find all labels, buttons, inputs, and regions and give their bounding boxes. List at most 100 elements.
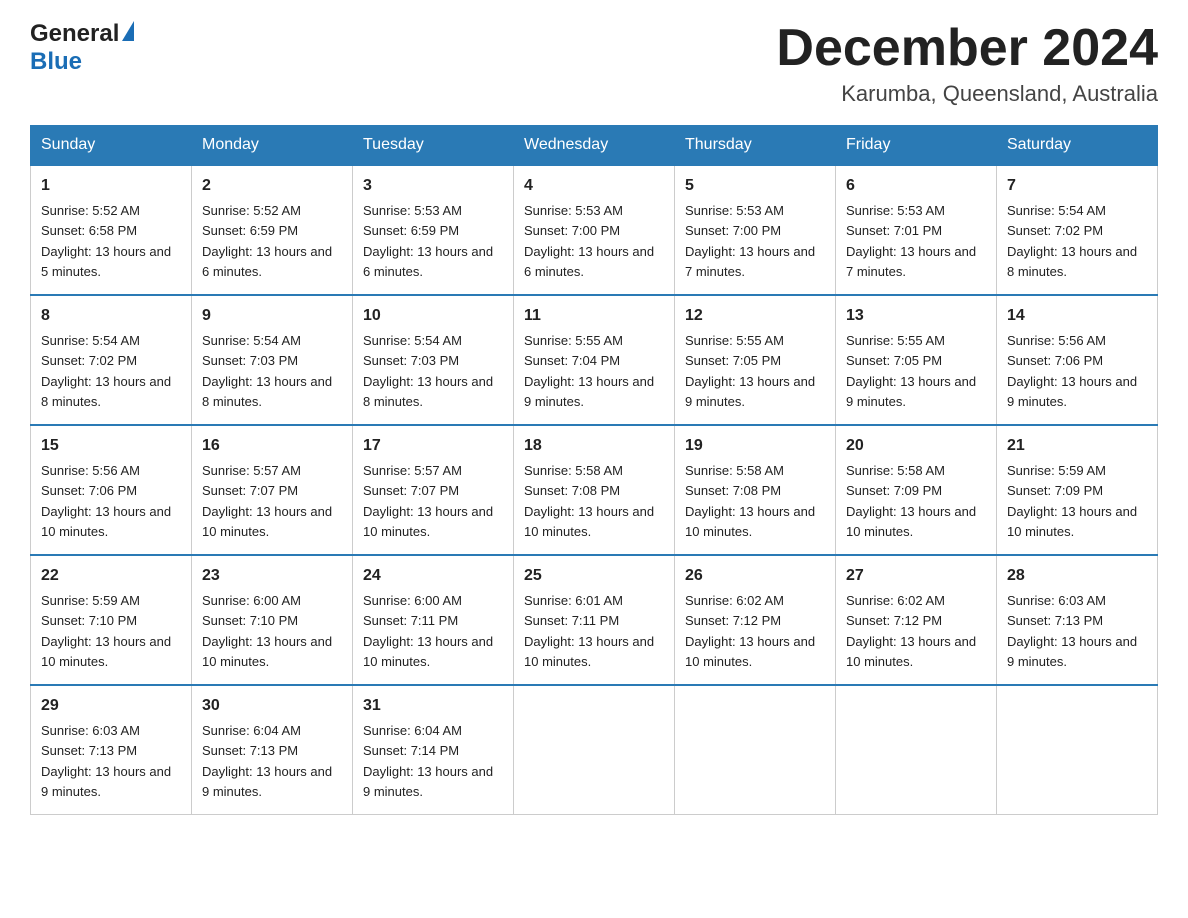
day-number: 20: [846, 434, 986, 458]
calendar-cell: 27 Sunrise: 6:02 AMSunset: 7:12 PMDaylig…: [836, 555, 997, 685]
day-number: 24: [363, 564, 503, 588]
calendar-cell: 7 Sunrise: 5:54 AMSunset: 7:02 PMDayligh…: [997, 165, 1158, 295]
day-number: 18: [524, 434, 664, 458]
day-info: Sunrise: 6:00 AMSunset: 7:11 PMDaylight:…: [363, 593, 493, 669]
header-tuesday: Tuesday: [353, 126, 514, 166]
calendar-cell: 14 Sunrise: 5:56 AMSunset: 7:06 PMDaylig…: [997, 295, 1158, 425]
week-row-3: 15 Sunrise: 5:56 AMSunset: 7:06 PMDaylig…: [31, 425, 1158, 555]
calendar-cell: 31 Sunrise: 6:04 AMSunset: 7:14 PMDaylig…: [353, 685, 514, 815]
day-info: Sunrise: 5:53 AMSunset: 7:00 PMDaylight:…: [524, 203, 654, 279]
calendar-cell: 15 Sunrise: 5:56 AMSunset: 7:06 PMDaylig…: [31, 425, 192, 555]
calendar-cell: 2 Sunrise: 5:52 AMSunset: 6:59 PMDayligh…: [192, 165, 353, 295]
day-info: Sunrise: 6:04 AMSunset: 7:13 PMDaylight:…: [202, 723, 332, 799]
day-info: Sunrise: 6:02 AMSunset: 7:12 PMDaylight:…: [685, 593, 815, 669]
day-number: 15: [41, 434, 181, 458]
calendar-cell: 9 Sunrise: 5:54 AMSunset: 7:03 PMDayligh…: [192, 295, 353, 425]
calendar-cell: 3 Sunrise: 5:53 AMSunset: 6:59 PMDayligh…: [353, 165, 514, 295]
day-number: 8: [41, 304, 181, 328]
logo-general-text: General: [30, 20, 119, 48]
calendar-cell: [836, 685, 997, 815]
day-info: Sunrise: 6:00 AMSunset: 7:10 PMDaylight:…: [202, 593, 332, 669]
week-row-1: 1 Sunrise: 5:52 AMSunset: 6:58 PMDayligh…: [31, 165, 1158, 295]
week-row-2: 8 Sunrise: 5:54 AMSunset: 7:02 PMDayligh…: [31, 295, 1158, 425]
day-number: 19: [685, 434, 825, 458]
day-info: Sunrise: 5:57 AMSunset: 7:07 PMDaylight:…: [363, 463, 493, 539]
calendar-cell: 6 Sunrise: 5:53 AMSunset: 7:01 PMDayligh…: [836, 165, 997, 295]
day-number: 17: [363, 434, 503, 458]
day-info: Sunrise: 6:01 AMSunset: 7:11 PMDaylight:…: [524, 593, 654, 669]
day-number: 25: [524, 564, 664, 588]
day-info: Sunrise: 5:59 AMSunset: 7:10 PMDaylight:…: [41, 593, 171, 669]
logo: General Blue: [30, 20, 134, 76]
calendar-cell: 13 Sunrise: 5:55 AMSunset: 7:05 PMDaylig…: [836, 295, 997, 425]
day-info: Sunrise: 5:54 AMSunset: 7:02 PMDaylight:…: [1007, 203, 1137, 279]
day-number: 3: [363, 174, 503, 198]
day-info: Sunrise: 5:52 AMSunset: 6:58 PMDaylight:…: [41, 203, 171, 279]
calendar-cell: 5 Sunrise: 5:53 AMSunset: 7:00 PMDayligh…: [675, 165, 836, 295]
calendar-cell: 21 Sunrise: 5:59 AMSunset: 7:09 PMDaylig…: [997, 425, 1158, 555]
logo-blue-text: Blue: [30, 48, 82, 75]
day-info: Sunrise: 5:56 AMSunset: 7:06 PMDaylight:…: [1007, 333, 1137, 409]
day-info: Sunrise: 6:02 AMSunset: 7:12 PMDaylight:…: [846, 593, 976, 669]
day-info: Sunrise: 5:54 AMSunset: 7:03 PMDaylight:…: [202, 333, 332, 409]
calendar-cell: 22 Sunrise: 5:59 AMSunset: 7:10 PMDaylig…: [31, 555, 192, 685]
day-number: 28: [1007, 564, 1147, 588]
day-number: 21: [1007, 434, 1147, 458]
calendar-cell: 10 Sunrise: 5:54 AMSunset: 7:03 PMDaylig…: [353, 295, 514, 425]
day-info: Sunrise: 6:03 AMSunset: 7:13 PMDaylight:…: [1007, 593, 1137, 669]
calendar-cell: 4 Sunrise: 5:53 AMSunset: 7:00 PMDayligh…: [514, 165, 675, 295]
day-info: Sunrise: 5:52 AMSunset: 6:59 PMDaylight:…: [202, 203, 332, 279]
calendar-cell: 20 Sunrise: 5:58 AMSunset: 7:09 PMDaylig…: [836, 425, 997, 555]
day-number: 12: [685, 304, 825, 328]
day-number: 9: [202, 304, 342, 328]
calendar-cell: 17 Sunrise: 5:57 AMSunset: 7:07 PMDaylig…: [353, 425, 514, 555]
calendar-cell: 8 Sunrise: 5:54 AMSunset: 7:02 PMDayligh…: [31, 295, 192, 425]
day-number: 2: [202, 174, 342, 198]
calendar-cell: [675, 685, 836, 815]
calendar-cell: 26 Sunrise: 6:02 AMSunset: 7:12 PMDaylig…: [675, 555, 836, 685]
day-info: Sunrise: 5:53 AMSunset: 7:00 PMDaylight:…: [685, 203, 815, 279]
day-number: 1: [41, 174, 181, 198]
day-number: 4: [524, 174, 664, 198]
day-number: 14: [1007, 304, 1147, 328]
day-number: 31: [363, 694, 503, 718]
calendar-subtitle: Karumba, Queensland, Australia: [776, 81, 1158, 107]
calendar-title-block: December 2024 Karumba, Queensland, Austr…: [776, 20, 1158, 107]
day-info: Sunrise: 5:55 AMSunset: 7:05 PMDaylight:…: [685, 333, 815, 409]
calendar-table: Sunday Monday Tuesday Wednesday Thursday…: [30, 125, 1158, 815]
day-number: 7: [1007, 174, 1147, 198]
day-number: 29: [41, 694, 181, 718]
week-row-4: 22 Sunrise: 5:59 AMSunset: 7:10 PMDaylig…: [31, 555, 1158, 685]
day-number: 13: [846, 304, 986, 328]
day-number: 23: [202, 564, 342, 588]
day-number: 5: [685, 174, 825, 198]
day-number: 11: [524, 304, 664, 328]
calendar-cell: 19 Sunrise: 5:58 AMSunset: 7:08 PMDaylig…: [675, 425, 836, 555]
header-saturday: Saturday: [997, 126, 1158, 166]
header-thursday: Thursday: [675, 126, 836, 166]
calendar-cell: 1 Sunrise: 5:52 AMSunset: 6:58 PMDayligh…: [31, 165, 192, 295]
day-number: 16: [202, 434, 342, 458]
page-header: General Blue December 2024 Karumba, Quee…: [30, 20, 1158, 107]
day-info: Sunrise: 5:56 AMSunset: 7:06 PMDaylight:…: [41, 463, 171, 539]
day-info: Sunrise: 5:57 AMSunset: 7:07 PMDaylight:…: [202, 463, 332, 539]
calendar-cell: 24 Sunrise: 6:00 AMSunset: 7:11 PMDaylig…: [353, 555, 514, 685]
day-info: Sunrise: 5:59 AMSunset: 7:09 PMDaylight:…: [1007, 463, 1137, 539]
calendar-header-row: Sunday Monday Tuesday Wednesday Thursday…: [31, 126, 1158, 166]
day-info: Sunrise: 5:53 AMSunset: 6:59 PMDaylight:…: [363, 203, 493, 279]
calendar-cell: 25 Sunrise: 6:01 AMSunset: 7:11 PMDaylig…: [514, 555, 675, 685]
day-info: Sunrise: 6:03 AMSunset: 7:13 PMDaylight:…: [41, 723, 171, 799]
day-info: Sunrise: 5:54 AMSunset: 7:02 PMDaylight:…: [41, 333, 171, 409]
calendar-cell: 23 Sunrise: 6:00 AMSunset: 7:10 PMDaylig…: [192, 555, 353, 685]
day-info: Sunrise: 5:58 AMSunset: 7:08 PMDaylight:…: [524, 463, 654, 539]
day-info: Sunrise: 5:58 AMSunset: 7:09 PMDaylight:…: [846, 463, 976, 539]
day-info: Sunrise: 5:53 AMSunset: 7:01 PMDaylight:…: [846, 203, 976, 279]
calendar-cell: 29 Sunrise: 6:03 AMSunset: 7:13 PMDaylig…: [31, 685, 192, 815]
day-info: Sunrise: 6:04 AMSunset: 7:14 PMDaylight:…: [363, 723, 493, 799]
calendar-cell: 18 Sunrise: 5:58 AMSunset: 7:08 PMDaylig…: [514, 425, 675, 555]
header-monday: Monday: [192, 126, 353, 166]
day-number: 10: [363, 304, 503, 328]
day-number: 6: [846, 174, 986, 198]
day-number: 22: [41, 564, 181, 588]
day-number: 30: [202, 694, 342, 718]
